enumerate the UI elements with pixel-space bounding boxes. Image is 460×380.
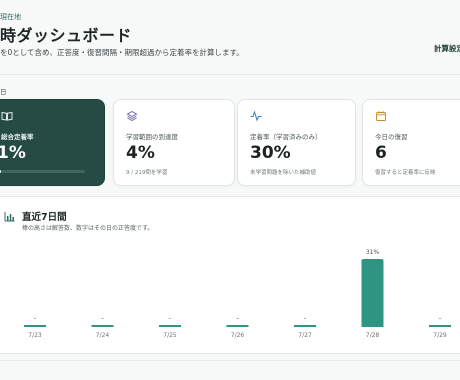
chart-x-tick-label: 7/24 [96, 332, 110, 339]
retention-progress-fill [0, 170, 1, 173]
book-icon [1, 111, 13, 121]
chart-value-label: – [34, 315, 37, 322]
chart-bar-baseline [91, 325, 114, 327]
study-coverage-card: 学習範囲の到達度 4% 9 / 219問を学習 [113, 99, 235, 186]
chart-bar-baseline [429, 325, 451, 327]
chart-x-tick-label: 7/29 [433, 332, 447, 339]
card-note: 9 / 219問を学習 [126, 170, 168, 176]
today-review-card[interactable]: 今日の復習 6 復習すると定着率に反映 [362, 99, 460, 186]
card-value: 6 [375, 143, 387, 163]
calendar-icon [376, 111, 386, 121]
chart-bar-baseline [24, 325, 46, 327]
chart-bar-baseline [361, 325, 384, 327]
card-label: 定着率（学習済みのみ） [250, 133, 322, 141]
settings-link[interactable]: 計算設定 [434, 43, 460, 54]
chart-value-label: 31% [366, 249, 380, 256]
bottom-strip [0, 360, 460, 380]
card-value: 4% [126, 143, 155, 163]
chart-value-label: – [439, 315, 442, 322]
section-label: 日 [0, 88, 7, 96]
overall-retention-card: 総合定着率 1% [0, 99, 105, 186]
chart-x-tick-label: 7/23 [28, 332, 42, 339]
page-subtitle: を0として含め、正答度・復習間隔・期限超過から定着率を計算します。 [0, 48, 244, 57]
chart-x-tick-label: 7/28 [366, 332, 380, 339]
chart-x-tick-label: 7/27 [298, 332, 312, 339]
card-value: 30% [250, 143, 291, 163]
retention-progress-bar [0, 170, 85, 173]
weekly-chart-panel: 直近7日間 棒の高さは解答数、数字はその日の正答度です。 –7/23–7/24–… [0, 196, 460, 354]
chart-value-label: – [169, 315, 172, 322]
chart-bar [361, 259, 384, 327]
card-note: 復習すると定着率に反映 [375, 170, 436, 176]
card-note: 未学習問題を除いた補助値 [250, 170, 317, 176]
chart-value-label: – [236, 315, 239, 322]
header-divider [0, 74, 460, 75]
layers-icon [126, 110, 138, 122]
card-value: 1% [0, 143, 26, 163]
chart-x-tick-label: 7/25 [163, 332, 177, 339]
page-title: 時ダッシュボード [0, 26, 133, 45]
breadcrumb: 現在地 [0, 13, 21, 21]
weekly-bar-chart: – 7/23 – 7/24 – 7/25 – 7/26 – 7/27 31% 7/28 – 7/29 [24, 249, 451, 339]
card-label: 今日の復習 [375, 133, 408, 141]
studied-retention-card: 定着率（学習済みのみ） 30% 未学習問題を除いた補助値 [237, 99, 356, 186]
card-label: 学習範囲の到達度 [126, 133, 178, 141]
chart-value-label: – [304, 315, 307, 322]
card-label: 総合定着率 [1, 133, 34, 141]
chart-value-label: – [101, 315, 104, 322]
activity-icon [250, 110, 262, 122]
chart-x-tick-label: 7/26 [231, 332, 245, 339]
chart-bar-baseline [159, 325, 181, 327]
chart-bar-baseline [294, 325, 316, 327]
chart-bar-baseline [226, 325, 249, 327]
